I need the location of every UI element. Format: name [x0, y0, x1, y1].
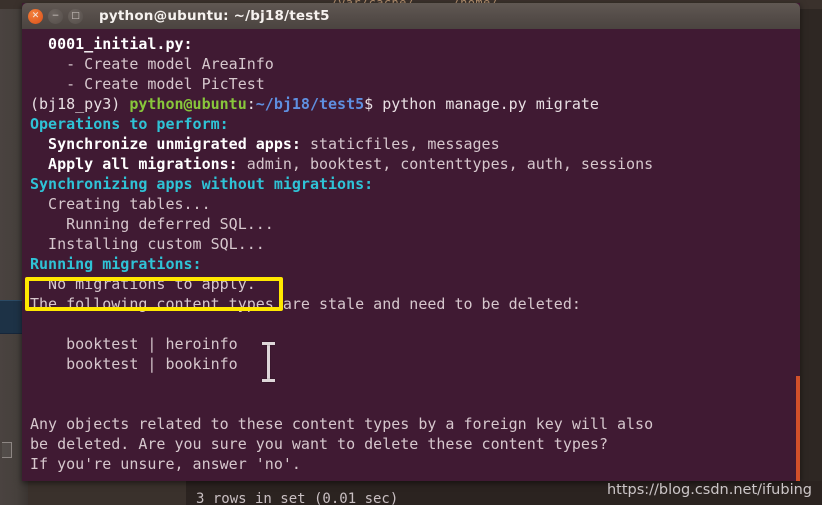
terminal-text: (bj18_py3) [30, 95, 130, 113]
terminal-line: Synchronize unmigrated apps: staticfiles… [30, 134, 800, 154]
terminal-text: booktest | heroinfo [30, 335, 238, 353]
terminal-output[interactable]: 0001_initial.py: - Create model AreaInfo… [22, 29, 800, 481]
terminal-text: admin, booktest, contenttypes, auth, ses… [246, 155, 654, 173]
launcher-item-indicator[interactable] [2, 442, 12, 458]
terminal-line: Operations to perform: [30, 114, 800, 134]
window-title: python@ubuntu: ~/bj18/test5 [99, 8, 330, 24]
text-cursor-icon [262, 342, 275, 382]
terminal-text: booktest | bookinfo [30, 355, 238, 373]
window-controls: ✕ − □ [28, 8, 83, 24]
maximize-icon[interactable]: □ [68, 8, 83, 24]
terminal-text: Synchronize unmigrated apps: [30, 135, 310, 153]
terminal-text: - Create model AreaInfo [30, 55, 274, 73]
terminal-line: If you're unsure, answer 'no'. [30, 454, 800, 474]
terminal-line: Any objects related to these content typ… [30, 414, 800, 434]
terminal-line: booktest | heroinfo [30, 334, 800, 354]
terminal-text: 0001_initial.py: [30, 35, 193, 53]
terminal-line: Synchronizing apps without migrations: [30, 174, 800, 194]
terminal-text: If you're unsure, answer 'no'. [30, 455, 301, 473]
terminal-text: Running deferred SQL... [30, 215, 274, 233]
terminal-text: python@ubuntu [129, 95, 247, 113]
terminal-line: No migrations to apply. [30, 274, 800, 294]
terminal-text: - Create model PicTest [30, 75, 265, 93]
terminal-text: $ python manage.py migrate [364, 95, 599, 113]
terminal-line: - Create model PicTest [30, 74, 800, 94]
terminal-line: Installing custom SQL... [30, 234, 800, 254]
terminal-window[interactable]: ✕ − □ python@ubuntu: ~/bj18/test5 0001_i… [22, 3, 800, 481]
terminal-text: No migrations to apply. [30, 275, 256, 293]
terminal-text: The following content types are stale an… [30, 295, 581, 313]
terminal-text: Synchronizing apps without migrations: [30, 175, 374, 193]
terminal-text: Running migrations: [30, 255, 202, 273]
window-titlebar[interactable]: ✕ − □ python@ubuntu: ~/bj18/test5 [22, 3, 800, 29]
terminal-text: Any objects related to these content typ… [30, 415, 654, 433]
watermark: https://blog.csdn.net/ifubing [606, 482, 812, 498]
terminal-text: be deleted. Are you sure you want to del… [30, 435, 608, 453]
terminal-text: : [246, 95, 256, 113]
minimize-icon[interactable]: − [48, 8, 63, 24]
terminal-line: (bj18_py3) python@ubuntu:~/bj18/test5$ p… [30, 94, 800, 114]
terminal-line: Apply all migrations: admin, booktest, c… [30, 154, 800, 174]
terminal-text: staticfiles, messages [309, 135, 500, 153]
window-right-edge-accent [796, 376, 800, 481]
terminal-line: Running migrations: [30, 254, 800, 274]
terminal-line: booktest | bookinfo [30, 354, 800, 374]
terminal-text: Creating tables... [30, 195, 211, 213]
terminal-text: Operations to perform: [30, 115, 229, 133]
screen: ... /var/cache/ ... /home/ 3 rows in set… [0, 0, 822, 505]
close-icon[interactable]: ✕ [28, 8, 43, 24]
terminal-line: 0001_initial.py: [30, 34, 800, 54]
terminal-line: The following content types are stale an… [30, 294, 800, 314]
terminal-line: Creating tables... [30, 194, 800, 214]
terminal-text: Apply all migrations: [30, 155, 247, 173]
terminal-text: ~/bj18/test5 [255, 95, 365, 113]
terminal-line: Running deferred SQL... [30, 214, 800, 234]
terminal-text: Installing custom SQL... [30, 235, 265, 253]
background-terminal-status: 3 rows in set (0.01 sec) [196, 491, 399, 505]
terminal-line: - Create model AreaInfo [30, 54, 800, 74]
terminal-line: be deleted. Are you sure you want to del… [30, 434, 800, 454]
